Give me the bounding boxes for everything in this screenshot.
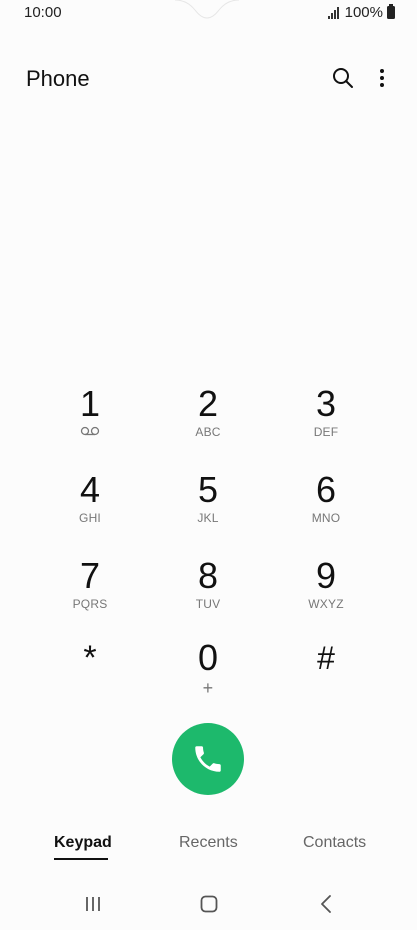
- tab-contacts[interactable]: Contacts: [303, 834, 366, 852]
- key-digit: #: [317, 640, 335, 676]
- status-time: 10:00: [24, 4, 62, 21]
- active-tab-indicator: [54, 858, 108, 860]
- status-bar: 10:00 100%: [0, 0, 417, 26]
- key-digit: 1: [79, 383, 101, 424]
- key-9[interactable]: 9 WXYZ: [276, 556, 376, 636]
- bottom-tabs: Keypad Recents Contacts: [0, 834, 417, 866]
- key-1[interactable]: 1: [40, 384, 140, 464]
- key-digit: *: [83, 639, 97, 677]
- key-letters: MNO: [311, 511, 341, 525]
- key-letters: TUV: [195, 597, 221, 611]
- key-digit: 0: [197, 637, 219, 678]
- back-button[interactable]: [311, 892, 341, 916]
- key-digit: 3: [315, 383, 337, 424]
- call-button[interactable]: [172, 723, 244, 795]
- back-icon: [321, 895, 331, 913]
- battery-icon: [387, 4, 395, 19]
- search-icon: [333, 68, 353, 88]
- more-vert-icon: [380, 69, 384, 87]
- key-letters: WXYZ: [308, 597, 344, 611]
- key-letters: +: [202, 678, 214, 698]
- key-0[interactable]: 0 +: [158, 638, 258, 718]
- home-icon: [200, 895, 218, 913]
- key-hash[interactable]: #: [276, 638, 376, 718]
- page-title: Phone: [26, 66, 90, 91]
- voicemail-icon: [80, 426, 100, 436]
- key-digit: 5: [197, 469, 219, 510]
- key-letters: DEF: [313, 425, 339, 439]
- status-right: 100%: [327, 4, 395, 21]
- home-button[interactable]: [194, 892, 224, 916]
- tab-recents[interactable]: Recents: [179, 834, 238, 852]
- signal-icon: [327, 6, 339, 19]
- key-7[interactable]: 7 PQRS: [40, 556, 140, 636]
- battery-percent: 100%: [344, 4, 383, 21]
- camera-notch: [175, 0, 239, 19]
- key-letters: JKL: [197, 511, 219, 525]
- key-letters: GHI: [79, 511, 101, 525]
- key-3[interactable]: 3 DEF: [276, 384, 376, 464]
- key-4[interactable]: 4 GHI: [40, 470, 140, 550]
- tab-keypad[interactable]: Keypad: [54, 834, 112, 852]
- key-letters: ABC: [195, 425, 221, 439]
- key-8[interactable]: 8 TUV: [158, 556, 258, 636]
- phone-icon: [195, 746, 221, 772]
- key-digit: 2: [197, 383, 219, 424]
- system-navbar: [0, 880, 417, 926]
- key-letters: PQRS: [72, 597, 108, 611]
- search-button[interactable]: [329, 64, 357, 92]
- key-digit: 8: [197, 555, 219, 596]
- key-digit: 6: [315, 469, 337, 510]
- key-digit: 7: [79, 555, 101, 596]
- key-2[interactable]: 2 ABC: [158, 384, 258, 464]
- key-6[interactable]: 6 MNO: [276, 470, 376, 550]
- key-star[interactable]: *: [40, 638, 140, 718]
- key-digit: 9: [315, 555, 337, 596]
- key-5[interactable]: 5 JKL: [158, 470, 258, 550]
- recent-apps-icon: [86, 897, 100, 911]
- app-header: Phone: [0, 54, 417, 102]
- more-options-button[interactable]: [370, 64, 394, 92]
- recent-apps-button[interactable]: [78, 892, 108, 916]
- key-digit: 4: [79, 469, 101, 510]
